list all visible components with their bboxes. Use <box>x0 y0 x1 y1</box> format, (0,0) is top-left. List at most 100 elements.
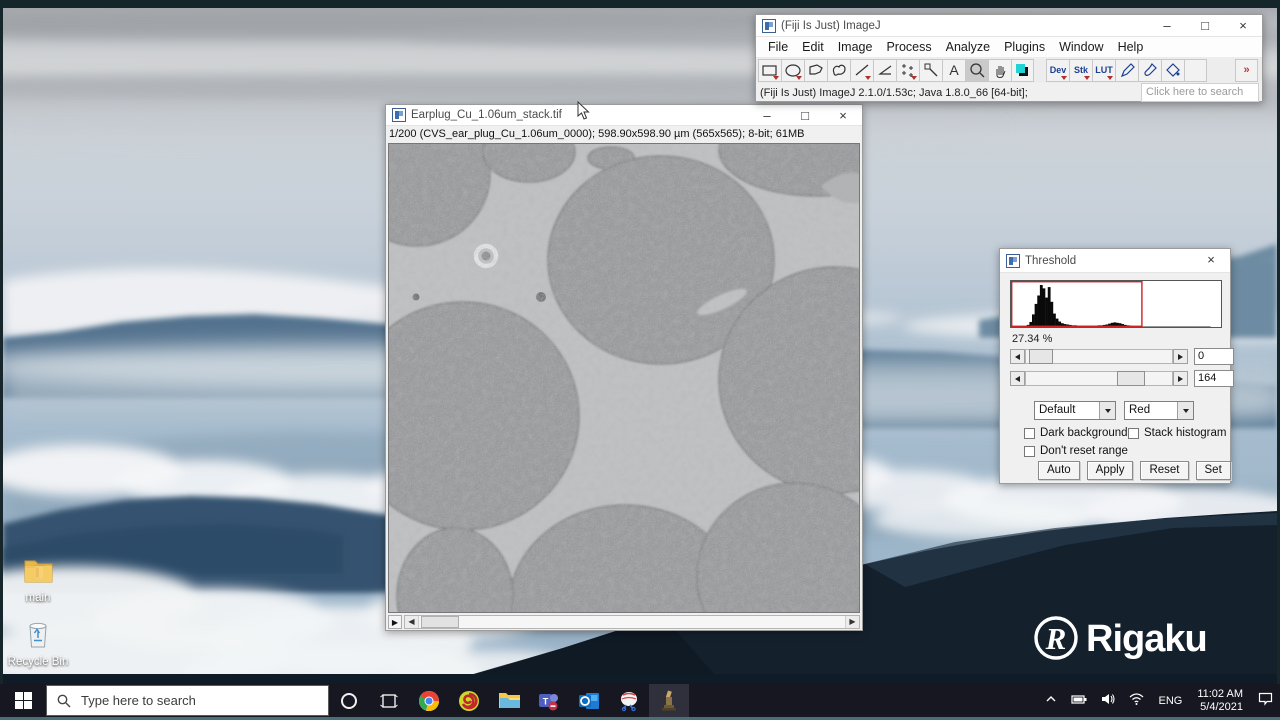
set-button[interactable]: Set <box>1196 461 1231 480</box>
action-center-icon[interactable] <box>1258 692 1273 709</box>
threshold-percent: 27.34 % <box>1012 333 1052 345</box>
snip-app-button[interactable] <box>609 684 649 717</box>
apply-button[interactable]: Apply <box>1087 461 1134 480</box>
desktop-icon-recycle-bin[interactable]: Recycle Bin <box>3 618 73 668</box>
color-picker-tool[interactable] <box>1011 59 1034 82</box>
task-view-button[interactable] <box>369 684 409 717</box>
wand-tool[interactable] <box>919 59 942 82</box>
pencil-tool[interactable] <box>1115 59 1138 82</box>
threshold-titlebar[interactable]: Threshold × <box>1000 249 1230 273</box>
minimize-button[interactable]: – <box>1148 15 1186 36</box>
battery-icon[interactable] <box>1071 693 1087 708</box>
close-button[interactable]: × <box>824 105 862 125</box>
dont-reset-range-checkbox[interactable]: Don't reset range <box>1024 445 1128 457</box>
threshold-method-dropdown[interactable]: Default <box>1034 401 1116 420</box>
imagej-taskbar-icon <box>659 689 679 713</box>
threshold-title: Threshold <box>1025 255 1076 267</box>
search-icon <box>57 694 71 708</box>
slider-left-arrow[interactable] <box>1010 371 1025 386</box>
imagej-title: (Fiji Is Just) ImageJ <box>781 20 881 32</box>
imagej-status-text: (Fiji Is Just) ImageJ 2.1.0/1.53c; Java … <box>760 87 1028 99</box>
dev-tool[interactable]: Dev <box>1046 59 1069 82</box>
point-tool[interactable] <box>896 59 919 82</box>
dark-background-checkbox[interactable]: Dark background <box>1024 427 1128 439</box>
text-tool[interactable]: A <box>942 59 965 82</box>
more-tools-button[interactable]: » <box>1235 59 1258 82</box>
line-tool[interactable] <box>850 59 873 82</box>
menu-file[interactable]: File <box>761 40 795 54</box>
scroll-thumb[interactable] <box>421 616 459 628</box>
taskbar-clock[interactable]: 11:02 AM 5/4/2021 <box>1197 688 1243 714</box>
min-threshold-field[interactable]: 0 <box>1194 348 1234 365</box>
scroll-right-arrow[interactable]: ▶ <box>845 616 859 628</box>
menu-edit[interactable]: Edit <box>795 40 831 54</box>
dropdown-arrow-icon[interactable] <box>1177 402 1193 419</box>
menu-window[interactable]: Window <box>1052 40 1110 54</box>
slider-left-arrow[interactable] <box>1010 349 1025 364</box>
teams-button[interactable]: T <box>529 684 569 717</box>
imagej-titlebar[interactable]: (Fiji Is Just) ImageJ – □ × <box>756 15 1262 37</box>
menu-process[interactable]: Process <box>879 40 938 54</box>
stk-tool[interactable]: Stk <box>1069 59 1092 82</box>
min-threshold-slider[interactable]: 0 <box>1010 349 1234 364</box>
chrome-taskbar-button[interactable] <box>409 684 449 717</box>
hand-tool[interactable] <box>988 59 1011 82</box>
imagej-search-box[interactable]: Click here to search <box>1141 83 1259 102</box>
close-button[interactable]: × <box>1192 249 1230 272</box>
stack-histogram-checkbox[interactable]: Stack histogram <box>1128 427 1226 439</box>
teams-icon: T <box>538 690 560 712</box>
scroll-left-arrow[interactable]: ◀ <box>405 616 419 628</box>
menu-plugins[interactable]: Plugins <box>997 40 1052 54</box>
lut-tool[interactable]: LUT <box>1092 59 1115 82</box>
reset-button[interactable]: Reset <box>1140 461 1188 480</box>
scroll-track[interactable] <box>419 616 845 628</box>
auto-button[interactable]: Auto <box>1038 461 1080 480</box>
max-threshold-field[interactable]: 164 <box>1194 370 1234 387</box>
stack-image-window: Earplug_Cu_1.06um_stack.tif – □ × 1/200 … <box>385 104 863 631</box>
menu-help[interactable]: Help <box>1111 40 1151 54</box>
close-button[interactable]: × <box>1224 15 1262 36</box>
media-app-button[interactable] <box>449 684 489 717</box>
mouse-cursor <box>577 101 591 121</box>
threshold-dialog: Threshold × 27.34 % 0 164 Default <box>999 248 1231 484</box>
wifi-icon[interactable] <box>1129 693 1144 708</box>
menu-analyze[interactable]: Analyze <box>939 40 997 54</box>
max-threshold-slider[interactable]: 164 <box>1010 371 1234 386</box>
desktop-icon-label: Recycle Bin <box>3 656 73 668</box>
imagej-taskbar-button[interactable] <box>649 684 689 717</box>
windows-logo-icon <box>15 692 32 709</box>
speaker-icon[interactable] <box>1101 693 1115 708</box>
file-explorer-button[interactable] <box>489 684 529 717</box>
polygon-tool[interactable] <box>804 59 827 82</box>
dropdown-arrow-icon[interactable] <box>1099 402 1115 419</box>
tray-time: 11:02 AM <box>1197 688 1243 701</box>
stack-slice-scrollbar[interactable]: ◀ ▶ <box>404 615 860 629</box>
stack-play-button[interactable]: ▶ <box>388 615 402 629</box>
taskbar-search-box[interactable]: Type here to search <box>46 685 329 716</box>
rectangle-tool[interactable] <box>758 59 781 82</box>
freehand-tool[interactable] <box>827 59 850 82</box>
stack-window-titlebar[interactable]: Earplug_Cu_1.06um_stack.tif – □ × <box>386 105 862 126</box>
folder-icon <box>20 554 56 586</box>
maximize-button[interactable]: □ <box>1186 15 1224 36</box>
outlook-button[interactable] <box>569 684 609 717</box>
maximize-button[interactable]: □ <box>786 105 824 125</box>
start-button[interactable] <box>0 684 46 717</box>
flood-fill-tool[interactable] <box>1161 59 1184 82</box>
threshold-display-dropdown[interactable]: Red <box>1124 401 1194 420</box>
desktop-icon-main[interactable]: main <box>3 554 73 604</box>
cortana-button[interactable] <box>329 684 369 717</box>
slider-right-arrow[interactable] <box>1173 371 1188 386</box>
zoom-tool[interactable] <box>965 59 988 82</box>
stack-image-canvas[interactable] <box>388 143 860 613</box>
imagej-window-icon <box>392 108 406 122</box>
brush-tool[interactable] <box>1138 59 1161 82</box>
minimize-button[interactable]: – <box>748 105 786 125</box>
language-indicator[interactable]: ENG <box>1158 695 1182 707</box>
oval-tool[interactable] <box>781 59 804 82</box>
angle-tool[interactable] <box>873 59 896 82</box>
tray-chevron-icon[interactable] <box>1045 693 1057 708</box>
imagej-menubar: File Edit Image Process Analyze Plugins … <box>756 37 1262 57</box>
slider-right-arrow[interactable] <box>1173 349 1188 364</box>
menu-image[interactable]: Image <box>831 40 880 54</box>
